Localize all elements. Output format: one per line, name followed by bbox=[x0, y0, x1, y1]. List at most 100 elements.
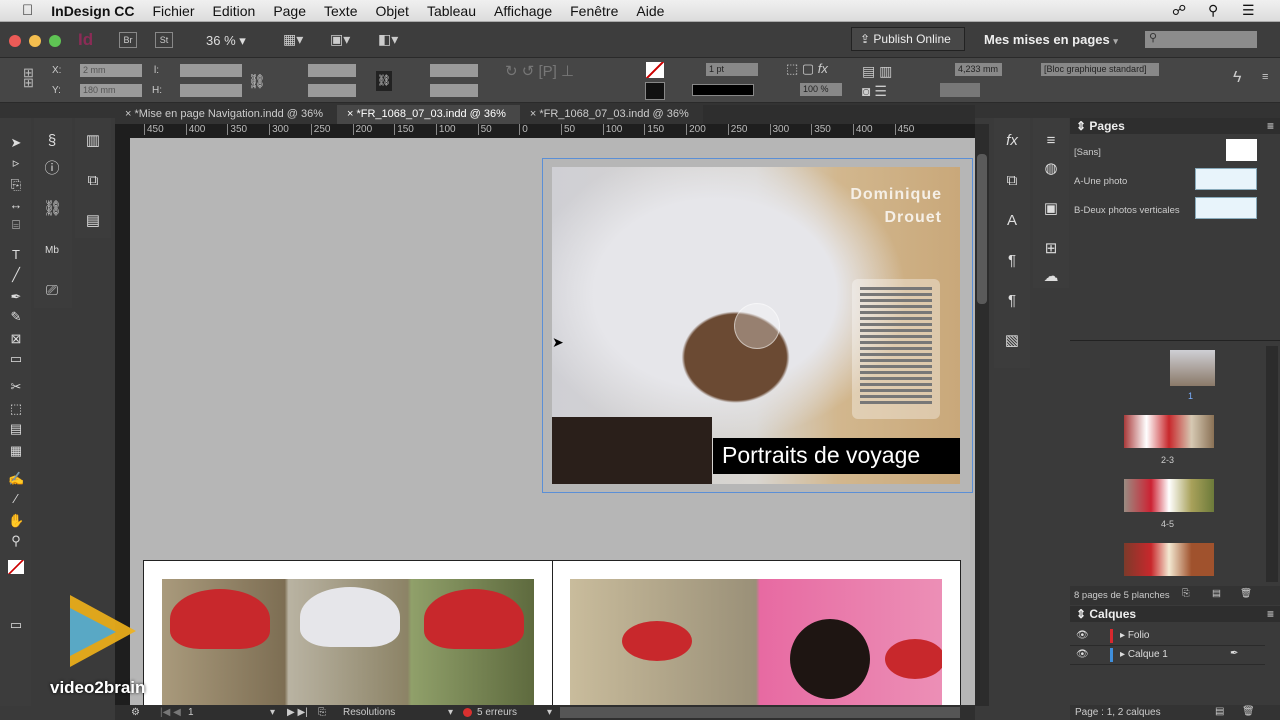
publish-online-button[interactable]: ⇪ Publish Online bbox=[851, 27, 965, 51]
new-layer-icon[interactable]: ▤ bbox=[1215, 706, 1224, 717]
layers-panel-header[interactable]: ⇕ Calques ≡ bbox=[1070, 606, 1280, 622]
horizontal-scrollbar[interactable] bbox=[560, 707, 960, 718]
master-a-thumb[interactable] bbox=[1195, 168, 1257, 190]
page-tool-icon[interactable]: ⎘ bbox=[8, 178, 24, 192]
swatches-panel-icon[interactable]: ▣ bbox=[1042, 200, 1060, 218]
fill-stroke-icon[interactable] bbox=[8, 560, 24, 574]
offset-field[interactable]: 4,233 mm bbox=[955, 63, 1002, 76]
selection-tool-icon[interactable]: ➤ bbox=[8, 136, 24, 150]
tab-fr-1068-07-03[interactable]: × *FR_1068_07_03.indd @ 36% bbox=[519, 105, 703, 124]
paragraph-styles-icon[interactable]: ¶ bbox=[1003, 252, 1021, 270]
library-panel-icon[interactable]: ▤ bbox=[84, 212, 102, 230]
width-field[interactable] bbox=[180, 64, 242, 77]
preflight-menu-icon[interactable]: ▾ bbox=[547, 707, 552, 718]
visibility-eye-icon[interactable]: 👁 bbox=[1076, 649, 1089, 660]
corner-options-dropdown[interactable] bbox=[940, 83, 980, 97]
view-options-icon[interactable]: ▦▾ bbox=[283, 31, 303, 48]
height-field[interactable] bbox=[180, 84, 242, 97]
close-window-button[interactable] bbox=[9, 35, 21, 47]
pages-panel-icon[interactable]: § bbox=[43, 132, 61, 150]
first-page-button[interactable]: |◀ ◀ bbox=[160, 707, 181, 718]
scale-x-field[interactable] bbox=[308, 64, 356, 77]
opacity-field[interactable]: 100 % bbox=[800, 83, 842, 96]
info-panel-icon[interactable]: ⓘ bbox=[43, 160, 61, 178]
menu-edition[interactable]: Edition bbox=[213, 3, 256, 19]
panel-menu-icon[interactable]: ≡ bbox=[1267, 606, 1274, 622]
apple-icon[interactable]:  bbox=[22, 2, 33, 19]
scale-y-field[interactable] bbox=[308, 84, 356, 97]
page-2-3-thumb[interactable] bbox=[1124, 415, 1214, 448]
page-dropdown-icon[interactable]: ▾ bbox=[270, 707, 275, 718]
page-6-7-thumb[interactable] bbox=[1124, 543, 1214, 576]
photo-three-portraits[interactable] bbox=[162, 579, 534, 705]
spotlight-search-icon[interactable]: ⚲ bbox=[1208, 2, 1218, 19]
menu-aide[interactable]: Aide bbox=[636, 3, 664, 19]
menu-tableau[interactable]: Tableau bbox=[427, 3, 476, 19]
pages-scrollbar[interactable] bbox=[1266, 346, 1278, 582]
cc-libraries-icon[interactable]: ⎚ bbox=[43, 282, 61, 300]
screen-mode-tool-icon[interactable]: ▭ bbox=[8, 618, 24, 632]
gradient-feather-tool-icon[interactable]: ▦ bbox=[8, 444, 24, 458]
spread-2-3[interactable] bbox=[143, 560, 961, 705]
tab-mise-en-page-navigation[interactable]: × *Mise en page Navigation.indd @ 36% bbox=[115, 105, 337, 124]
reference-point-icon[interactable]: ⊞ ⊞ bbox=[23, 66, 34, 89]
text-wrap-panel-icon[interactable]: ▧ bbox=[1003, 332, 1021, 350]
screen-mode-icon[interactable]: ▣▾ bbox=[330, 31, 350, 48]
master-a-une-photo[interactable]: A-Une photo bbox=[1074, 176, 1127, 187]
menu-fenetre[interactable]: Fenêtre bbox=[570, 3, 618, 19]
stock-button[interactable]: St bbox=[155, 32, 173, 48]
text-wrap-icons[interactable]: ▤ ▥ ◙ ☰ bbox=[862, 61, 892, 101]
object-styles-icon[interactable]: ⧉ bbox=[1003, 172, 1021, 190]
x-position-field[interactable]: 2 mm bbox=[80, 64, 142, 77]
master-none[interactable]: [Sans] bbox=[1074, 147, 1101, 158]
effects-panel-icon[interactable]: fx bbox=[1003, 132, 1021, 150]
scissors-tool-icon[interactable]: ✂ bbox=[8, 380, 24, 394]
preflight-profile[interactable]: Resolutions bbox=[343, 707, 395, 718]
document-canvas[interactable]: Dominique Drouet Portraits de voyage ➤ bbox=[130, 138, 975, 705]
pages-panel-header[interactable]: ⇕ Pages ≡ bbox=[1070, 118, 1280, 134]
arrange-documents-icon[interactable]: ◧▾ bbox=[378, 31, 398, 48]
open-document-icon[interactable]: ⎘ bbox=[318, 707, 326, 718]
cc-panel-icon[interactable]: ☁ bbox=[1042, 268, 1060, 286]
cover-photo[interactable]: Dominique Drouet Portraits de voyage bbox=[552, 167, 960, 484]
preflight-errors[interactable]: 5 erreurs bbox=[477, 707, 517, 718]
character-styles-icon[interactable]: A bbox=[1003, 212, 1021, 230]
zoom-tool-icon[interactable]: ⚲ bbox=[8, 534, 24, 548]
visibility-eye-icon[interactable]: 👁 bbox=[1076, 630, 1089, 641]
page-number-field[interactable]: 1 bbox=[188, 707, 194, 718]
status-options-icon[interactable]: ⚙ bbox=[131, 707, 140, 718]
direct-selection-tool-icon[interactable]: ▹ bbox=[8, 156, 24, 170]
photo-musicians[interactable] bbox=[570, 579, 942, 705]
rectangle-frame-tool-icon[interactable]: ⊠ bbox=[8, 332, 24, 346]
pathfinder-panel-icon[interactable]: ⧉ bbox=[84, 172, 102, 190]
align-panel-icon[interactable]: ▥ bbox=[84, 132, 102, 150]
hand-tool-icon[interactable]: ✋ bbox=[8, 514, 24, 528]
stroke-type-dropdown[interactable] bbox=[692, 84, 754, 96]
free-transform-tool-icon[interactable]: ⬚ bbox=[8, 402, 24, 416]
notification-center-icon[interactable]: ☰ bbox=[1242, 2, 1255, 19]
master-b-thumb[interactable] bbox=[1195, 197, 1257, 219]
tab-fr-1068-07-03-active[interactable]: × *FR_1068_07_03.indd @ 36% bbox=[337, 105, 520, 124]
zoom-window-button[interactable] bbox=[49, 35, 61, 47]
horizontal-ruler[interactable]: 450 400 350 300 250 200 150 100 50 0 50 100 150 200 25… bbox=[130, 124, 975, 138]
layer-row-calque-1[interactable]: 👁 ▸ Calque 1 ✒ bbox=[1070, 646, 1265, 665]
stroke-weight-field[interactable]: 1 pt bbox=[706, 63, 758, 76]
links-panel-icon[interactable]: ⛓ bbox=[43, 200, 62, 218]
rotation-field[interactable] bbox=[430, 64, 478, 77]
search-input[interactable]: ⚲ bbox=[1145, 31, 1257, 48]
bridge-button[interactable]: Br bbox=[119, 32, 137, 48]
constrain-proportions-icon[interactable]: ⛓ bbox=[248, 73, 266, 90]
note-tool-icon[interactable]: ✍ bbox=[8, 472, 24, 486]
type-tool-icon[interactable]: T bbox=[8, 248, 24, 262]
pencil-tool-icon[interactable]: ✎ bbox=[8, 310, 24, 324]
stroke-swatch[interactable] bbox=[645, 82, 665, 100]
master-none-thumb[interactable] bbox=[1226, 139, 1257, 161]
page-4-5-thumb[interactable] bbox=[1124, 479, 1214, 512]
y-position-field[interactable]: 180 mm bbox=[80, 84, 142, 97]
new-page-icon[interactable]: ▤ bbox=[1212, 588, 1221, 599]
content-grabber-icon[interactable] bbox=[734, 303, 780, 349]
paragraph-panel-icon[interactable]: ¶ bbox=[1003, 292, 1021, 310]
color-panel-icon[interactable]: ◍ bbox=[1042, 160, 1060, 178]
stroke-panel-icon[interactable]: ≡ bbox=[1042, 132, 1060, 150]
minimize-window-button[interactable] bbox=[29, 35, 41, 47]
